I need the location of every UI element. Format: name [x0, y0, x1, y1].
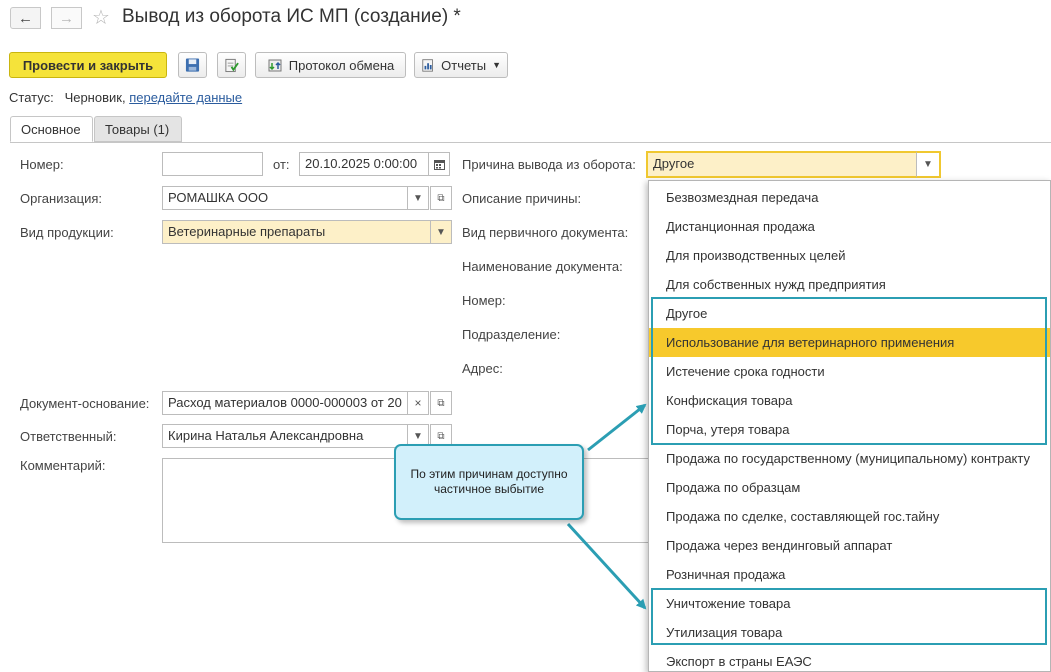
- arrow-down: [566, 522, 647, 610]
- arrow-up: [587, 403, 647, 452]
- callout-arrows: [566, 403, 647, 610]
- tab-main[interactable]: Основное: [10, 116, 93, 142]
- callout-note: По этим причинам доступно частичное выбы…: [394, 444, 584, 520]
